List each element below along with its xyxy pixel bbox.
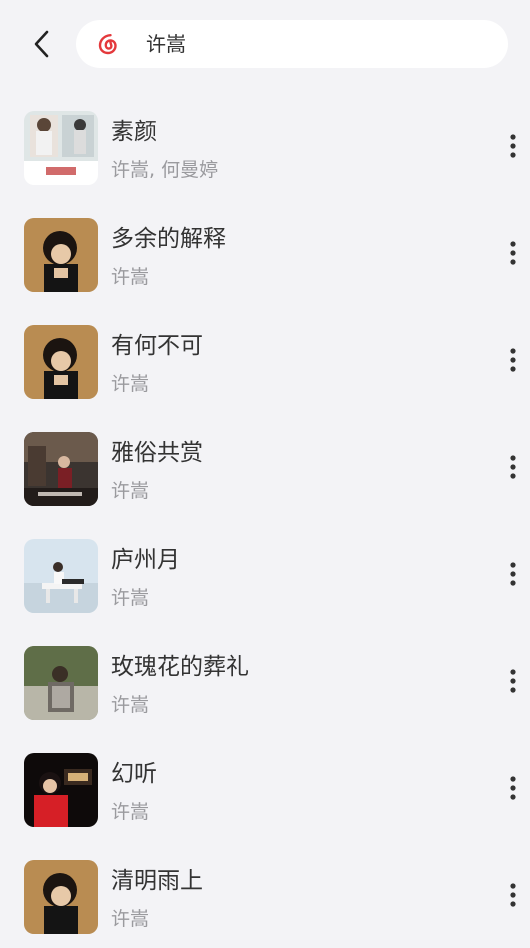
song-row[interactable]: 有何不可 许嵩 <box>0 306 530 413</box>
more-vertical-icon <box>509 347 517 377</box>
song-artist: 许嵩 <box>111 694 150 716</box>
album-cover <box>24 432 98 506</box>
more-options-button[interactable] <box>500 772 526 808</box>
more-vertical-icon <box>509 775 517 805</box>
more-options-button[interactable] <box>500 879 526 915</box>
song-row[interactable]: 庐州月 许嵩 <box>0 520 530 627</box>
more-options-button[interactable] <box>500 344 526 380</box>
more-vertical-icon <box>509 561 517 591</box>
more-options-button[interactable] <box>500 130 526 166</box>
song-title: 多余的解释 <box>111 226 226 252</box>
search-query-text: 许嵩 <box>146 32 186 56</box>
song-artist: 许嵩, 何曼婷 <box>111 159 219 181</box>
song-artist: 许嵩 <box>111 373 150 395</box>
song-title: 有何不可 <box>111 333 203 359</box>
more-options-button[interactable] <box>500 451 526 487</box>
song-artist: 许嵩 <box>111 480 150 502</box>
song-title: 幻听 <box>111 761 157 787</box>
album-cover <box>24 111 98 185</box>
more-options-button[interactable] <box>500 237 526 273</box>
album-cover <box>24 646 98 720</box>
song-title: 素颜 <box>111 119 157 145</box>
search-field[interactable]: 许嵩 <box>76 20 508 68</box>
song-list: 素颜 许嵩, 何曼婷 多余的解释 许嵩 有何不可 许嵩 雅俗共赏 许嵩 庐州月 … <box>0 92 530 948</box>
netease-cloud-music-icon <box>96 32 120 56</box>
more-vertical-icon <box>509 668 517 698</box>
song-row[interactable]: 雅俗共赏 许嵩 <box>0 413 530 520</box>
more-vertical-icon <box>509 133 517 163</box>
more-options-button[interactable] <box>500 558 526 594</box>
album-cover <box>24 860 98 934</box>
song-title: 雅俗共赏 <box>111 440 203 466</box>
song-title: 庐州月 <box>111 547 180 573</box>
album-cover <box>24 753 98 827</box>
chevron-left-icon <box>32 29 52 63</box>
song-artist: 许嵩 <box>111 801 150 823</box>
song-artist: 许嵩 <box>111 587 150 609</box>
top-bar: 许嵩 <box>0 0 530 92</box>
song-row[interactable]: 清明雨上 许嵩 <box>0 841 530 948</box>
more-vertical-icon <box>509 454 517 484</box>
back-button[interactable] <box>24 26 60 66</box>
more-options-button[interactable] <box>500 665 526 701</box>
more-vertical-icon <box>509 882 517 912</box>
song-title: 清明雨上 <box>111 868 203 894</box>
song-row[interactable]: 幻听 许嵩 <box>0 734 530 841</box>
album-cover <box>24 325 98 399</box>
more-vertical-icon <box>509 240 517 270</box>
song-title: 玫瑰花的葬礼 <box>111 654 249 680</box>
album-cover <box>24 539 98 613</box>
song-artist: 许嵩 <box>111 908 150 930</box>
song-row[interactable]: 玫瑰花的葬礼 许嵩 <box>0 627 530 734</box>
song-row[interactable]: 素颜 许嵩, 何曼婷 <box>0 92 530 199</box>
album-cover <box>24 218 98 292</box>
song-artist: 许嵩 <box>111 266 150 288</box>
song-row[interactable]: 多余的解释 许嵩 <box>0 199 530 306</box>
